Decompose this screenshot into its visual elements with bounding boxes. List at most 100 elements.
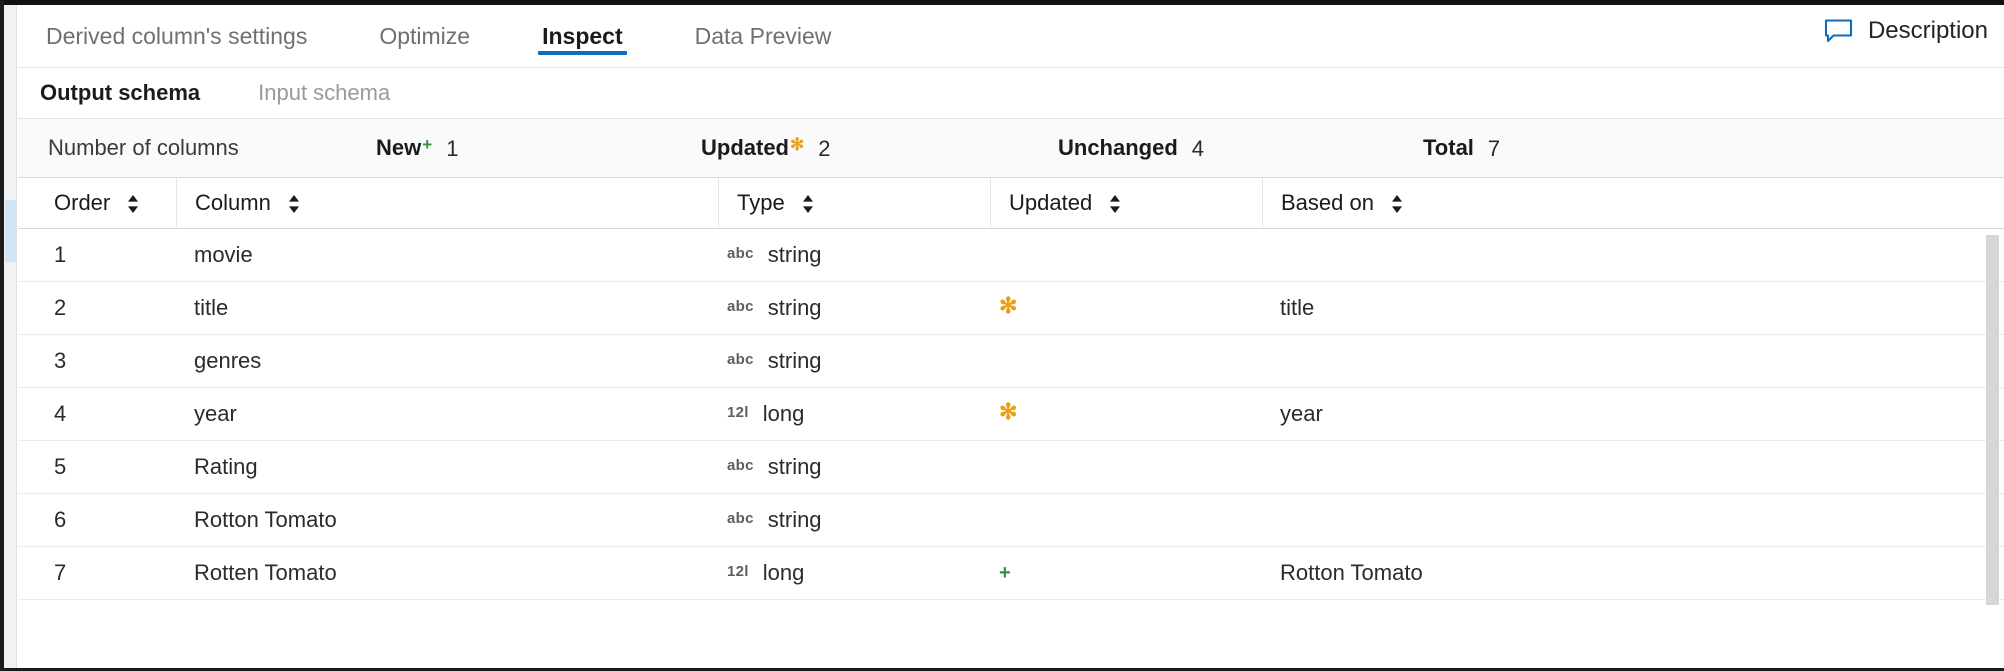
type-label: string — [768, 507, 822, 533]
cell-based-on — [1262, 494, 1962, 546]
cell-column-name: title — [176, 282, 718, 334]
tab-label: Inspect — [542, 23, 623, 50]
type-label: string — [768, 454, 822, 480]
comment-bubble-icon — [1824, 18, 1854, 44]
number-type-icon: 12l — [727, 404, 749, 421]
string-type-icon: abc — [727, 510, 754, 527]
string-type-icon: abc — [727, 245, 754, 262]
cell-order: 3 — [36, 335, 176, 387]
inspect-panel: Derived column's settings Optimize Inspect… — [0, 0, 2004, 671]
cell-column-name: Rotton Tomato — [176, 494, 718, 546]
cell-based-on: year — [1262, 388, 1962, 440]
stat-value: 7 — [1488, 136, 1500, 162]
column-header-order[interactable]: Order — [36, 178, 176, 228]
table-row[interactable]: 6Rotton Tomato abc string — [18, 494, 2004, 547]
schema-tab-output-schema[interactable]: Output schema — [40, 80, 200, 106]
cell-type: abcstring — [718, 282, 990, 334]
tab-label: Optimize — [379, 23, 470, 50]
string-type-icon: abc — [727, 351, 754, 368]
table-row[interactable]: 3genresabcstring — [18, 335, 2004, 388]
column-header-updated[interactable]: Updated — [990, 178, 1262, 228]
sort-toggle-icon[interactable] — [126, 193, 140, 215]
cell-based-on — [1262, 335, 1962, 387]
sort-toggle-icon[interactable] — [1390, 193, 1404, 215]
new-plus-icon: + — [422, 136, 432, 153]
schema-tab-list: Output schema Input schema — [18, 68, 2004, 119]
type-label: string — [768, 295, 822, 321]
stat-value: 1 — [446, 136, 458, 162]
column-header-label: Type — [737, 190, 785, 216]
cell-based-on — [1262, 441, 1962, 493]
cell-column-name: Rating — [176, 441, 718, 493]
cell-type: abcstring — [718, 441, 990, 493]
cell-type: abc string — [718, 494, 990, 546]
table-row[interactable]: 2titleabcstring✻title — [18, 282, 2004, 335]
table-row[interactable]: 4year12llong✻year — [18, 388, 2004, 441]
stat-value: 4 — [1192, 136, 1204, 162]
schema-tab-input-schema[interactable]: Input schema — [258, 80, 390, 106]
tab-derived-column-s-settings[interactable]: Derived column's settings — [42, 5, 311, 67]
stat-name: New — [376, 135, 421, 161]
type-label: string — [768, 348, 822, 374]
column-header-based-on[interactable]: Based on — [1262, 178, 1962, 228]
tab-optimize[interactable]: Optimize — [375, 5, 474, 67]
stat-unchanged: Unchanged 4 — [1058, 135, 1204, 161]
description-label: Description — [1868, 17, 1988, 45]
updated-star-icon: ✻ — [999, 401, 1017, 423]
cell-order: 5 — [36, 441, 176, 493]
cell-based-on: title — [1262, 282, 1962, 334]
cell-column-name: year — [176, 388, 718, 440]
vertical-scrollbar-thumb[interactable] — [1986, 235, 1999, 605]
column-header-type[interactable]: Type — [718, 178, 990, 228]
sort-toggle-icon[interactable] — [287, 193, 301, 215]
cell-type: abc string — [718, 335, 990, 387]
cell-updated-marker — [990, 229, 1262, 281]
cell-type: 12llong — [718, 547, 990, 599]
cell-column-name: movie — [176, 229, 718, 281]
stat-name: Unchanged — [1058, 135, 1178, 161]
stat-new: New+1 — [376, 135, 458, 161]
cell-order: 1 — [36, 229, 176, 281]
cell-updated-marker: ✻ — [990, 282, 1262, 334]
cell-column-name: Rotten Tomato — [176, 547, 718, 599]
column-count-summary: Number of columns New+1 Updated✻2 Unchange… — [18, 119, 2004, 178]
active-tab-underline — [538, 51, 627, 55]
cell-order: 2 — [36, 282, 176, 334]
column-header-column[interactable]: Column — [176, 178, 718, 228]
type-label: long — [763, 560, 805, 586]
type-label: string — [768, 242, 822, 268]
left-selection-accent — [5, 200, 16, 262]
schema-table: Order Column Type Updated Based on 1movi… — [18, 178, 2004, 625]
type-label: long — [763, 401, 805, 427]
panel-content: Derived column's settings Optimize Inspect… — [18, 5, 2004, 671]
cell-updated-marker: ✻ — [990, 388, 1262, 440]
tab-data-preview[interactable]: Data Preview — [691, 5, 836, 67]
cell-type: abc string — [718, 229, 990, 281]
table-body: 1movieabcstring2titleabcstring✻title3gen… — [18, 229, 2004, 600]
stat-updated: Updated✻2 — [701, 135, 831, 161]
stat-name: Updated — [701, 135, 789, 161]
tab-label: Data Preview — [695, 23, 832, 50]
cell-order: 6 — [36, 494, 176, 546]
cell-order: 4 — [36, 388, 176, 440]
column-header-label: Column — [195, 190, 271, 216]
cell-based-on: Rotton Tomato — [1262, 547, 1962, 599]
stat-name: Total — [1423, 135, 1474, 161]
cell-updated-marker — [990, 494, 1262, 546]
sort-toggle-icon[interactable] — [1108, 193, 1122, 215]
table-row[interactable]: 1movie abc string — [18, 229, 2004, 282]
cell-updated-marker — [990, 335, 1262, 387]
stat-value: 2 — [818, 136, 830, 162]
table-header-row: Order Column Type Updated Based on — [18, 178, 2004, 229]
tab-label: Derived column's settings — [46, 23, 307, 50]
tab-inspect[interactable]: Inspect — [538, 5, 627, 67]
tab-list: Derived column's settings Optimize Inspect… — [18, 5, 835, 67]
left-rail — [4, 5, 17, 671]
sort-toggle-icon[interactable] — [801, 193, 815, 215]
table-row[interactable]: 7Rotten Tomato12llong+Rotton Tomato — [18, 547, 2004, 600]
cell-type: 12l long — [718, 388, 990, 440]
description-button[interactable]: Description — [1824, 17, 1988, 45]
summary-label: Number of columns — [48, 135, 239, 161]
table-row[interactable]: 5Ratingabcstring — [18, 441, 2004, 494]
tab-bar: Derived column's settings Optimize Inspect… — [18, 5, 2004, 68]
